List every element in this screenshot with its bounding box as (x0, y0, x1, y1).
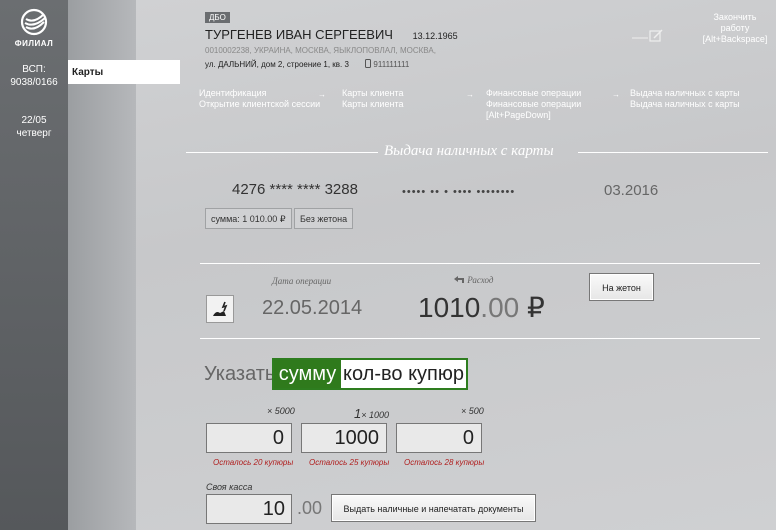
token-tag: Без жетона (294, 208, 354, 229)
currency-symbol: ₽ (527, 292, 545, 323)
bank-logo-icon (20, 8, 48, 36)
current-date: 22/05 четверг (0, 114, 68, 140)
denomination-label-1000: 1× 1000 (354, 406, 389, 421)
client-dob: 13.12.1965 (412, 31, 458, 41)
divider (186, 152, 378, 153)
section-title: Выдача наличных с карты (384, 143, 554, 159)
denomination-label-text: × 1000 (361, 410, 390, 420)
sum-tag: сумма: 1 010.00 ₽ (205, 208, 292, 229)
client-name: ТУРГЕНЕВ ИВАН СЕРГЕЕВИЧ (205, 27, 393, 42)
divider (578, 152, 768, 153)
own-kassa-label: Своя касса (206, 482, 253, 492)
nav-item-cards[interactable]: Карты (68, 60, 180, 84)
denomination-label-5000: × 5000 (267, 406, 295, 416)
finish-line-1: Закончить (713, 12, 757, 22)
step-arrow-icon: → (612, 90, 620, 99)
amount-decimal: .00 (480, 292, 520, 323)
client-phone-value: 911111111 (373, 60, 410, 69)
client-name-row: ТУРГЕНЕВ ИВАН СЕРГЕЕВИЧ 13.12.1965 (205, 27, 458, 42)
finish-work-button[interactable]: Закончить работу [Alt+Backspace] (700, 12, 770, 45)
phone-icon (365, 59, 372, 68)
operation-date-label: Дата операции (272, 276, 332, 286)
step-identification[interactable]: Идентификация Открытие клиентской сессии (199, 88, 320, 110)
step-subtitle: Финансовые операции (486, 99, 582, 109)
vsp-code: 9038/0166 (10, 77, 58, 88)
dbo-badge: ДБО (205, 12, 230, 23)
own-kassa-decimal: .00 (297, 498, 323, 518)
own-kassa-input[interactable]: 10 (206, 494, 292, 524)
vsp-info: ВСП: 9038/0166 (0, 63, 68, 89)
expense-label: Расход (453, 275, 494, 285)
remaining-5000: Осталось 20 купюры (213, 458, 294, 467)
client-address-2-row: ул. ДАЛЬНИЙ, дом 2, строение 1, кв. 3 91… (205, 59, 409, 69)
amount-integer: 1010 (418, 292, 481, 323)
step-subtitle: Карты клиента (342, 99, 404, 109)
step-arrow-icon: → (318, 90, 326, 99)
client-phone: 911111111 (365, 59, 410, 69)
operation-date: 22.05.2014 (262, 297, 363, 319)
expense-label-text: Расход (467, 275, 494, 285)
remaining-1000: Осталось 25 купюры (309, 458, 390, 467)
weekday: четверг (16, 128, 52, 139)
step-cash-withdrawal: Выдача наличных с карты Выдача наличных … (630, 88, 740, 110)
step-title: Финансовые операции (486, 88, 582, 98)
step-subtitle: Выдача наличных с карты (630, 99, 740, 109)
divider (200, 263, 760, 264)
finish-shortcut: [Alt+Backspace] (702, 34, 768, 44)
step-client-cards[interactable]: Карты клиента Карты клиента (342, 88, 403, 110)
step-financial-ops[interactable]: Финансовые операции Финансовые операции … (486, 88, 581, 121)
step-subtitle: Открытие клиентской сессии (199, 99, 321, 109)
vsp-label: ВСП: (22, 64, 46, 75)
client-address-2: ул. ДАЛЬНИЙ, дом 2, строение 1, кв. 3 (205, 60, 349, 69)
divider (200, 338, 760, 339)
date-value: 22/05 (21, 115, 47, 126)
step-title: Карты клиента (342, 88, 404, 98)
count-input-1000[interactable]: 1000 (301, 423, 387, 453)
card-number: 4276 **** **** 3288 (232, 181, 358, 198)
remaining-500: Осталось 28 купюры (404, 458, 485, 467)
step-arrow-icon: → (466, 90, 474, 99)
card-holder-masked: ••••• •• • •••• •••••••• (402, 186, 516, 198)
issue-cash-print-button[interactable]: Выдать наличные и напечатать документы (331, 494, 536, 522)
specify-label: Указать (204, 363, 276, 385)
card-expiry: 03.2016 (604, 182, 659, 199)
operation-type-icon (206, 295, 234, 323)
cash-hand-icon (213, 301, 228, 316)
to-token-button[interactable]: На жетон (589, 273, 654, 301)
expense-icon (454, 276, 464, 283)
denomination-label-500: × 500 (461, 406, 484, 416)
finish-line-2: работу (720, 23, 750, 33)
edit-icon[interactable] (632, 29, 664, 43)
toggle-option-sum[interactable]: сумму (274, 360, 341, 388)
specify-toggle: сумму кол-во купюр (272, 358, 468, 390)
step-shortcut: [Alt+PageDown] (486, 110, 551, 120)
client-address-1: 0010002238, УКРАИНА, МОСКВА, ЯЫКЛОПОВЛАЛ… (205, 46, 436, 55)
step-title: Идентификация (199, 88, 267, 98)
count-input-5000[interactable]: 0 (206, 423, 292, 453)
count-input-500[interactable]: 0 (396, 423, 482, 453)
brand-label: ФИЛИАЛ (14, 39, 54, 48)
operation-amount: 1010.00 ₽ (418, 291, 545, 324)
step-title: Выдача наличных с карты (630, 88, 740, 98)
toggle-option-count[interactable]: кол-во купюр (341, 360, 466, 388)
sidebar: ФИЛИАЛ ВСП: 9038/0166 22/05 четверг (0, 0, 68, 530)
